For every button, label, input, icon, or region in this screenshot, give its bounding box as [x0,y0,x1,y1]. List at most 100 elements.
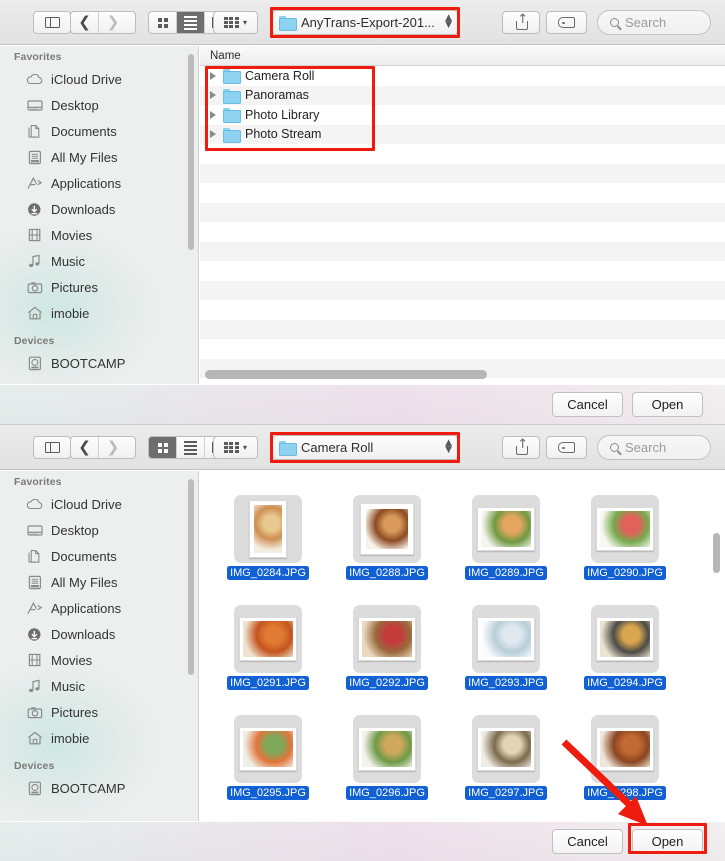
sidebar-item-movies[interactable]: Movies [0,647,198,673]
file-item[interactable]: IMG_0297.JPG [458,715,554,801]
table-row[interactable]: Panoramas [200,85,725,105]
sidebar-item-pictures[interactable]: Pictures [0,699,198,725]
photo-content [362,731,412,767]
vertical-scrollbar-window-2[interactable] [713,533,720,573]
search-placeholder-window-1: Search [625,15,667,30]
disclosure-triangle-icon[interactable] [210,71,216,80]
arrange-icon [223,442,239,453]
sidebar-item-documents[interactable]: Documents [0,543,198,569]
sidebar-item-music[interactable]: Music [0,673,198,699]
file-name-label-wrap: IMG_0290.JPG [577,563,673,581]
view-icon-button[interactable] [149,12,177,33]
sidebar-item-pictures[interactable]: Pictures [0,274,198,300]
sidebar-item-imobie[interactable]: imobie [0,725,198,751]
sidebar-item-label: iCloud Drive [51,496,122,512]
sidebar-scrollbar-window-2[interactable] [188,479,194,675]
sidebar-item-downloads[interactable]: Downloads [0,196,198,222]
photo-thumbnail [358,727,416,771]
sidebar-item-downloads[interactable]: Downloads [0,621,198,647]
arrange-button-window-2[interactable]: ▾ [213,436,258,459]
desktop-icon [26,523,43,538]
file-item[interactable]: IMG_0294.JPG [577,605,673,691]
disclosure-triangle-icon[interactable] [210,110,216,119]
disclosure-triangle-icon[interactable] [210,91,216,100]
view-icon-button-window-2[interactable] [149,437,177,458]
sidebar-scrollbar-window-1[interactable] [188,54,194,250]
sidebar-item-icloud-drive[interactable]: iCloud Drive [0,66,198,92]
table-row-empty [200,202,725,222]
search-input-window-2[interactable]: Search [597,435,711,460]
disclosure-triangle-icon[interactable] [210,130,216,139]
table-row[interactable]: Photo Library [200,105,725,125]
grid-view-icon [157,442,168,453]
arrange-button-window-1[interactable]: ▾ [213,11,258,34]
cancel-button-window-1[interactable]: Cancel [552,392,623,417]
sidebar-item-label: BOOTCAMP [51,780,126,796]
file-item[interactable]: IMG_0291.JPG [220,605,316,691]
forward-button[interactable]: ❯ [99,12,127,33]
path-popup-window-2[interactable]: Camera Roll ▲ ▼ [272,435,458,460]
documents-icon [26,124,43,139]
list-view-icon [184,15,197,30]
sidebar-item-movies[interactable]: Movies [0,222,198,248]
sidebar-toggle-button[interactable] [33,11,71,34]
forward-button-window-2[interactable]: ❯ [99,437,127,458]
file-item[interactable]: IMG_0292.JPG [339,605,435,691]
table-row[interactable]: Photo Stream [200,124,725,144]
sidebar-window-1: Favorites iCloud Drive Desktop Documents… [0,46,199,384]
table-row[interactable]: Camera Roll [200,66,725,86]
photo-thumbnail [358,617,416,661]
file-item[interactable]: IMG_0288.JPG [339,495,435,581]
column-header-name[interactable]: Name [200,46,725,66]
sidebar-item-icloud-drive[interactable]: iCloud Drive [0,491,198,517]
file-name-label-wrap: IMG_0293.JPG [458,673,554,691]
file-name-label: IMG_0288.JPG [346,566,428,580]
nav-buttons[interactable]: ❮ ❯ [70,11,136,34]
desktop-icon [26,98,43,113]
view-list-button-window-2[interactable] [177,437,205,458]
sidebar-item-label: Applications [51,600,122,616]
cancel-button-window-2[interactable]: Cancel [552,829,623,854]
sidebar-item-applications[interactable]: Applications [0,170,198,196]
file-item[interactable]: IMG_0289.JPG [458,495,554,581]
back-button-window-2[interactable]: ❮ [71,437,99,458]
sidebar-item-documents[interactable]: Documents [0,118,198,144]
search-input-window-1[interactable]: Search [597,10,711,35]
file-name: Panoramas [245,88,309,103]
sidebar-item-music[interactable]: Music [0,248,198,274]
file-item[interactable]: IMG_0295.JPG [220,715,316,801]
tags-button-window-1[interactable] [546,11,587,34]
sidebar-item-desktop[interactable]: Desktop [0,92,198,118]
view-list-button[interactable] [177,12,205,33]
file-item[interactable]: IMG_0284.JPG [220,495,316,581]
photo-thumbnail [477,617,535,661]
folder-icon [223,108,241,124]
nav-buttons-window-2[interactable]: ❮ ❯ [70,436,136,459]
share-button-window-2[interactable] [502,436,540,459]
sidebar-item-imobie[interactable]: imobie [0,300,198,326]
sidebar-item-all-my-files[interactable]: All My Files [0,144,198,170]
sidebar-item-applications[interactable]: Applications [0,595,198,621]
sidebar-toggle-button-window-2[interactable] [33,436,71,459]
open-button-window-2[interactable]: Open [632,829,703,854]
sidebar-item-desktop[interactable]: Desktop [0,517,198,543]
search-icon [610,18,619,27]
grid-view-icon [157,17,168,28]
all-my-files-icon [26,575,43,590]
file-item[interactable]: IMG_0290.JPG [577,495,673,581]
sidebar-item-all-my-files[interactable]: All My Files [0,569,198,595]
file-item[interactable]: IMG_0296.JPG [339,715,435,801]
sidebar-item-bootcamp[interactable]: BOOTCAMP [0,350,198,376]
open-button-window-1[interactable]: Open [632,392,703,417]
share-button-window-1[interactable] [502,11,540,34]
horizontal-scrollbar-window-1[interactable] [205,370,487,379]
file-item[interactable]: IMG_0298.JPG [577,715,673,801]
toolbar-window-1: ❮ ❯ ▾ AnyTrans-Export-201... ▲ ▼ ↑ Searc… [0,0,725,45]
tags-button-window-2[interactable] [546,436,587,459]
back-button[interactable]: ❮ [71,12,99,33]
file-item[interactable]: IMG_0293.JPG [458,605,554,691]
path-popup-window-1[interactable]: AnyTrans-Export-201... ▲ ▼ [272,10,458,35]
sidebar-item-bootcamp[interactable]: BOOTCAMP [0,775,198,801]
file-name: Camera Roll [245,68,315,83]
sidebar-item-label: imobie [51,305,90,321]
